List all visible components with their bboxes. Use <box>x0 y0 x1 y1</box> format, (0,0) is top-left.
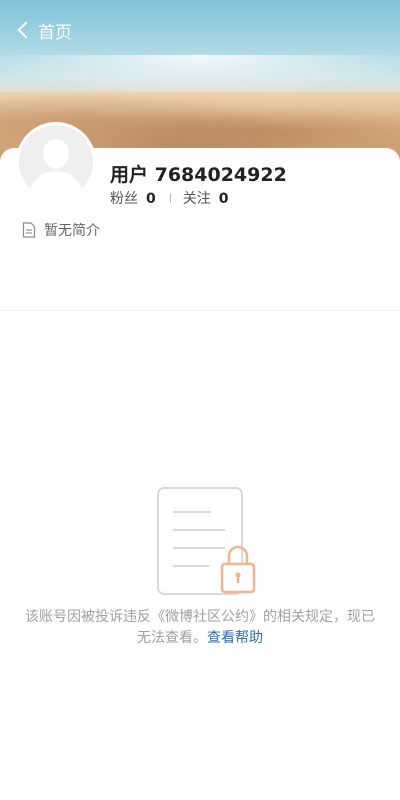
avatar-placeholder-icon <box>19 125 93 199</box>
back-button[interactable]: 首页 <box>16 16 72 44</box>
following-label: 关注 <box>182 191 211 207</box>
following-stat[interactable]: 关注 0 <box>183 188 229 208</box>
document-icon <box>22 222 36 238</box>
bio-row: 暂无简介 <box>22 220 100 240</box>
section-divider <box>0 310 400 311</box>
locked-document-icon <box>157 487 256 595</box>
avatar[interactable] <box>16 122 96 202</box>
following-count: 0 <box>218 191 229 207</box>
followers-stat[interactable]: 粉丝 0 <box>110 188 156 208</box>
back-label: 首页 <box>38 22 72 43</box>
view-help-link[interactable]: 查看帮助 <box>207 630 263 646</box>
bio-text: 暂无简介 <box>44 223 100 239</box>
username: 用户 7684024922 <box>110 164 287 186</box>
sea-foam <box>0 55 400 95</box>
followers-label: 粉丝 <box>110 191 138 207</box>
chevron-left-icon <box>17 21 35 39</box>
stats-divider <box>169 193 171 203</box>
followers-count: 0 <box>146 191 156 207</box>
profile-screen: 首页 用户 7684024922 粉丝 0 关注 0 暂无简介 该账号因被投诉违… <box>0 0 400 800</box>
account-restricted-message: 该账号因被投诉违反《微博社区公约》的相关规定，现已无法查看。查看帮助 <box>20 607 380 649</box>
follow-stats: 粉丝 0 关注 0 <box>110 188 229 208</box>
restriction-text: 该账号因被投诉违反《微博社区公约》的相关规定，现已无法查看。 <box>25 609 375 646</box>
